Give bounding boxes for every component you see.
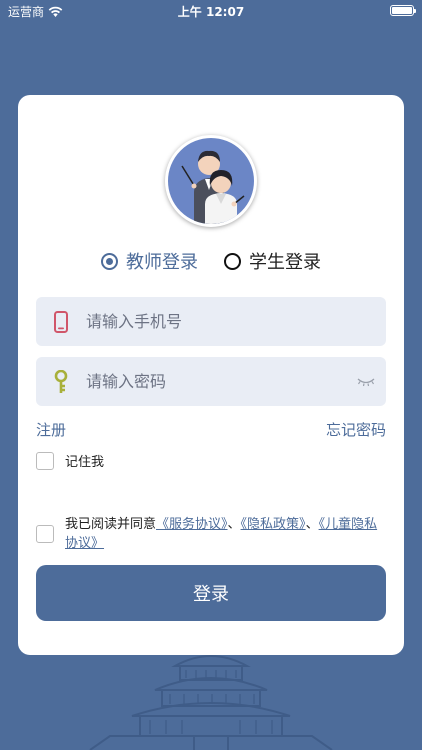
status-time: 上午 12:07 <box>177 5 245 19</box>
remember-me-label: 记住我 <box>65 455 105 470</box>
battery-icon <box>390 5 416 16</box>
agreement-separator: 、 <box>305 517 319 532</box>
student-login-label: 学生登录 <box>249 252 321 273</box>
remember-me-checkbox[interactable] <box>36 451 54 470</box>
agreement-separator: 、 <box>227 517 241 532</box>
password-field <box>36 357 386 406</box>
login-role-selector: 教师登录 学生登录 <box>18 248 404 274</box>
remember-me: 记住我 <box>36 451 104 470</box>
temple-background-illustration <box>89 646 333 750</box>
phone-input[interactable] <box>86 312 386 331</box>
forgot-password-link[interactable]: 忘记密码 <box>326 419 386 440</box>
register-link[interactable]: 注册 <box>36 419 66 440</box>
password-input[interactable] <box>86 372 346 391</box>
teacher-login-label: 教师登录 <box>126 252 198 273</box>
teachers-illustration <box>181 150 245 224</box>
phone-field <box>36 297 386 346</box>
radio-selected-icon <box>101 252 118 270</box>
radio-unselected-icon <box>224 252 241 270</box>
status-bar: 运营商 上午 12:07 <box>0 0 422 22</box>
eye-closed-icon[interactable] <box>346 357 386 406</box>
avatar <box>165 135 257 227</box>
agreement-prefix: 我已阅读并同意 <box>65 517 157 532</box>
agreement-text: 我已阅读并同意《服务协议》、《隐私政策》、《儿童隐私协议》 <box>65 515 386 553</box>
agreement-checkbox[interactable] <box>36 525 54 543</box>
teacher-login-radio[interactable]: 教师登录 <box>101 248 198 274</box>
agreement: 我已阅读并同意《服务协议》、《隐私政策》、《儿童隐私协议》 <box>36 515 386 553</box>
privacy-policy-link[interactable]: 《隐私政策》 <box>241 517 306 532</box>
service-agreement-link[interactable]: 《服务协议》 <box>156 517 228 532</box>
phone-icon <box>36 297 86 346</box>
key-icon <box>36 357 86 406</box>
login-button[interactable]: 登录 <box>36 565 386 621</box>
login-card: 教师登录 学生登录 注册 忘 <box>18 95 404 655</box>
student-login-radio[interactable]: 学生登录 <box>224 248 321 274</box>
